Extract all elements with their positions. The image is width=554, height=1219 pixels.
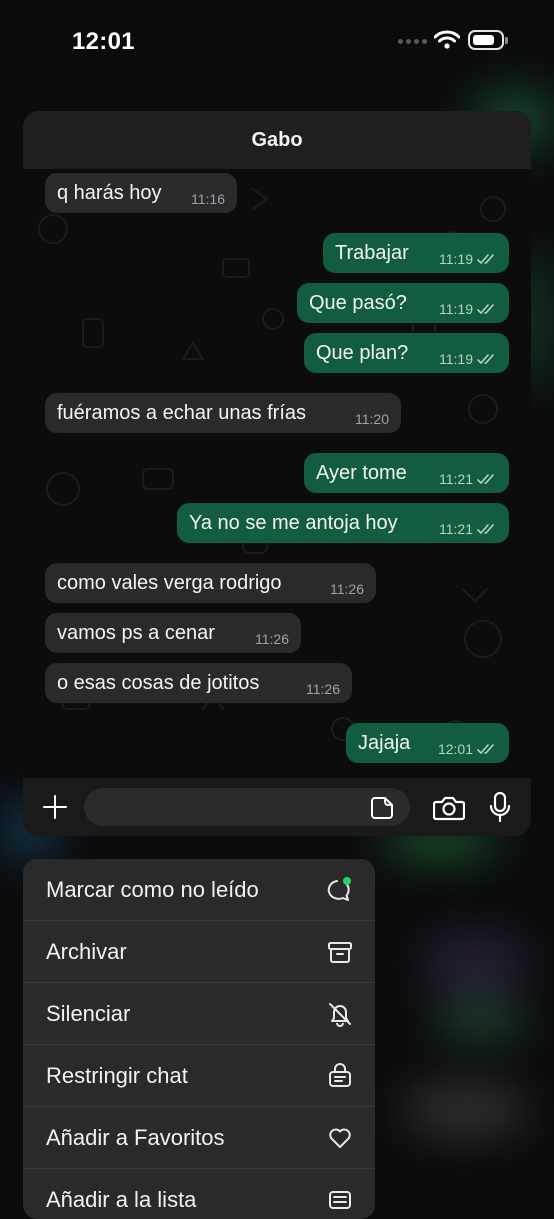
message-bubble-outgoing[interactable]: Que plan? 11:19 xyxy=(304,333,509,373)
message-text: Ya no se me antoja hoy xyxy=(189,511,398,534)
message-text: como vales verga rodrigo xyxy=(57,571,282,594)
message-text: q harás hoy xyxy=(57,181,162,204)
message-text: Jajaja xyxy=(358,731,411,754)
menu-item-restrict-chat[interactable]: Restringir chat xyxy=(23,1045,375,1107)
message-text: fuéramos a echar unas frías xyxy=(57,401,307,424)
message-bubble-incoming[interactable]: como vales verga rodrigo 11:26 xyxy=(45,563,376,603)
unread-chat-icon xyxy=(325,876,353,903)
menu-item-label: Añadir a Favoritos xyxy=(46,1124,225,1150)
message-time: 11:26 xyxy=(255,631,289,647)
message-time: 11:26 xyxy=(330,581,364,597)
battery-icon xyxy=(468,30,508,50)
microphone-icon[interactable] xyxy=(489,792,511,822)
menu-item-label: Archivar xyxy=(46,938,127,964)
signal-icon xyxy=(398,39,427,44)
message-bubble-outgoing[interactable]: Ayer tome 11:21 xyxy=(304,453,509,493)
message-time: 11:16 xyxy=(191,191,225,207)
message-time: 11:19 xyxy=(439,251,473,267)
read-receipt-icon xyxy=(477,304,494,315)
read-receipt-icon xyxy=(477,254,494,265)
message-bubble-incoming[interactable]: o esas cosas de jotitos 11:26 xyxy=(45,663,352,703)
message-text: Que plan? xyxy=(316,341,409,364)
chat-header: Gabo xyxy=(23,111,531,169)
menu-item-archive[interactable]: Archivar xyxy=(23,921,375,983)
message-bubble-incoming[interactable]: vamos ps a cenar 11:26 xyxy=(45,613,301,653)
read-receipt-icon xyxy=(477,524,494,535)
attach-plus-icon[interactable] xyxy=(41,793,69,821)
message-text: Ayer tome xyxy=(316,461,407,484)
mute-bell-icon xyxy=(327,1001,353,1027)
message-bubble-outgoing[interactable]: Jajaja 12:01 xyxy=(346,723,509,763)
message-text: Trabajar xyxy=(335,241,409,264)
message-bubble-incoming[interactable]: q harás hoy 11:16 xyxy=(45,173,237,213)
message-input[interactable] xyxy=(84,788,410,826)
message-time: 11:26 xyxy=(306,681,340,697)
message-time: 11:21 xyxy=(439,521,473,537)
message-text: Que pasó? xyxy=(309,291,407,314)
message-bubble-outgoing[interactable]: Que pasó? 11:19 xyxy=(297,283,509,323)
message-time: 11:19 xyxy=(439,301,473,317)
read-receipt-icon xyxy=(477,744,494,755)
menu-item-mark-unread[interactable]: Marcar como no leído xyxy=(23,859,375,921)
archive-icon xyxy=(327,940,353,964)
input-bar xyxy=(23,778,531,836)
message-text: vamos ps a cenar xyxy=(57,621,215,644)
status-time: 12:01 xyxy=(72,28,135,55)
menu-item-add-to-list[interactable]: Añadir a la lista xyxy=(23,1169,375,1219)
message-bubble-outgoing[interactable]: Ya no se me antoja hoy 11:21 xyxy=(177,503,509,543)
message-time: 11:20 xyxy=(355,411,389,427)
wifi-icon xyxy=(434,30,460,49)
chat-preview-card[interactable]: Gabo q harás hoy 11:16 Trabajar 11:19 Qu… xyxy=(23,111,531,836)
heart-icon xyxy=(327,1126,353,1150)
read-receipt-icon xyxy=(477,474,494,485)
message-time: 11:21 xyxy=(439,471,473,487)
message-time: 11:19 xyxy=(439,351,473,367)
sticker-icon[interactable] xyxy=(370,796,394,820)
message-bubble-incoming[interactable]: fuéramos a echar unas frías 11:20 xyxy=(45,393,401,433)
message-list[interactable]: q harás hoy 11:16 Trabajar 11:19 Que pas… xyxy=(23,169,531,778)
menu-item-label: Restringir chat xyxy=(46,1062,188,1088)
message-time: 12:01 xyxy=(437,741,473,757)
lock-chat-icon xyxy=(327,1062,353,1090)
status-bar: 12:01 xyxy=(0,0,554,84)
menu-item-mute[interactable]: Silenciar xyxy=(23,983,375,1045)
contact-name: Gabo xyxy=(251,128,303,151)
menu-item-add-favorites[interactable]: Añadir a Favoritos xyxy=(23,1107,375,1169)
menu-item-label: Silenciar xyxy=(46,1000,131,1026)
read-receipt-icon xyxy=(477,354,494,365)
message-text: o esas cosas de jotitos xyxy=(57,671,260,694)
menu-item-label: Marcar como no leído xyxy=(46,876,259,902)
chat-context-menu: Marcar como no leído Archivar Silenciar … xyxy=(23,859,375,1219)
message-bubble-outgoing[interactable]: Trabajar 11:19 xyxy=(323,233,509,273)
camera-icon[interactable] xyxy=(433,795,465,821)
